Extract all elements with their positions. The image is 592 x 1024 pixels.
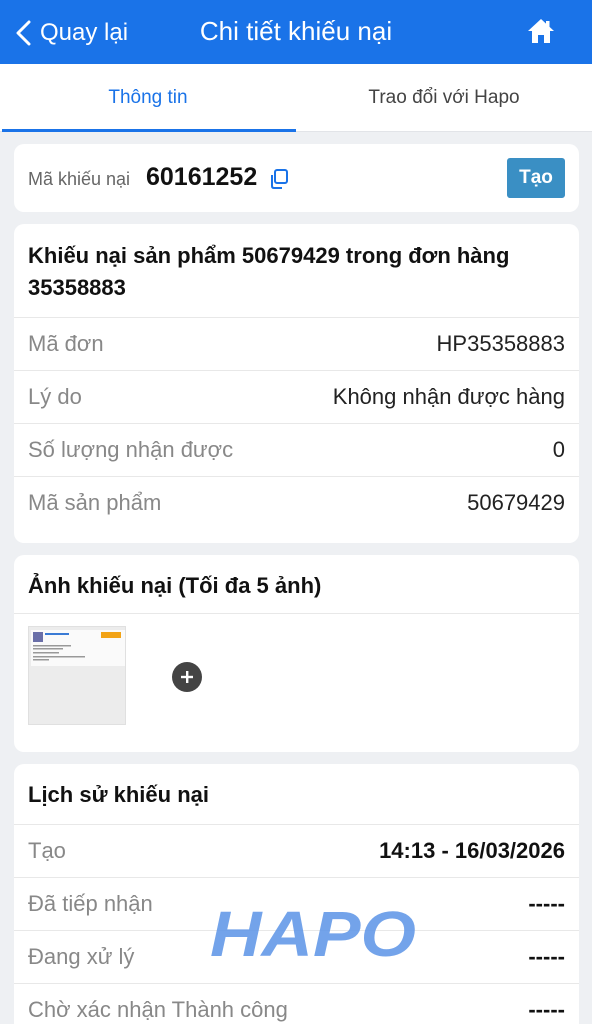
complaint-image-thumbnail[interactable] bbox=[28, 626, 126, 725]
complaint-code-value: 60161252 bbox=[146, 163, 258, 191]
screenshot-thumbnail-image bbox=[29, 627, 125, 724]
detail-row-reason: Lý do Không nhận được hàng bbox=[14, 370, 579, 423]
history-row-received: Đã tiếp nhận ----- bbox=[14, 877, 579, 930]
app-header: Quay lại Chi tiết khiếu nại bbox=[0, 0, 592, 64]
add-image-button[interactable] bbox=[172, 662, 202, 692]
row-label: Mã sản phẩm bbox=[28, 490, 162, 515]
divider bbox=[14, 613, 579, 614]
row-label: Mã đơn bbox=[28, 331, 104, 356]
history-section-title: Lịch sử khiếu nại bbox=[28, 782, 209, 807]
row-label: Đã tiếp nhận bbox=[28, 891, 153, 916]
detail-row-quantity-received: Số lượng nhận được 0 bbox=[14, 423, 579, 476]
complaint-history-card: Lịch sử khiếu nại Tạo 14:13 - 16/03/2026… bbox=[14, 764, 579, 1024]
row-value: HP35358883 bbox=[436, 331, 565, 356]
history-row-processing: Đang xử lý ----- bbox=[14, 930, 579, 983]
tab-info[interactable]: Thông tin bbox=[0, 64, 296, 132]
history-row-created: Tạo 14:13 - 16/03/2026 bbox=[14, 824, 579, 877]
row-value: ----- bbox=[528, 891, 565, 916]
detail-row-product-code: Mã sản phẩm 50679429 bbox=[14, 476, 579, 529]
row-label: Số lượng nhận được bbox=[28, 437, 234, 462]
plus-icon bbox=[181, 671, 193, 683]
row-value: 0 bbox=[552, 437, 565, 462]
status-button[interactable]: Tạo bbox=[507, 158, 565, 198]
row-label: Đang xử lý bbox=[28, 944, 135, 969]
complaint-code-label: Mã khiếu nại bbox=[28, 169, 131, 189]
history-row-awaiting-confirmation: Chờ xác nhận Thành công ----- bbox=[14, 983, 579, 1024]
row-value: Không nhận được hàng bbox=[332, 384, 565, 409]
complaint-title: Khiếu nại sản phẩm 50679429 trong đơn hà… bbox=[28, 243, 510, 300]
chevron-left-icon bbox=[16, 20, 31, 46]
complaint-details-card: Khiếu nại sản phẩm 50679429 trong đơn hà… bbox=[14, 224, 579, 543]
row-value: 14:13 - 16/03/2026 bbox=[379, 838, 565, 863]
detail-row-order-code: Mã đơn HP35358883 bbox=[14, 317, 579, 370]
row-label: Lý do bbox=[28, 384, 82, 409]
copy-icon[interactable] bbox=[268, 168, 290, 190]
home-icon[interactable] bbox=[526, 16, 556, 46]
tab-exchange-with-hapo[interactable]: Trao đổi với Hapo bbox=[296, 64, 592, 132]
images-section-title: Ảnh khiếu nại (Tối đa 5 ảnh) bbox=[28, 573, 322, 598]
row-label: Chờ xác nhận Thành công bbox=[28, 997, 288, 1022]
complaint-images-card: Ảnh khiếu nại (Tối đa 5 ảnh) bbox=[14, 555, 579, 752]
row-label: Tạo bbox=[28, 838, 66, 863]
active-tab-indicator bbox=[2, 129, 296, 132]
back-button[interactable]: Quay lại bbox=[14, 14, 128, 52]
tab-bar: Thông tin Trao đổi với Hapo bbox=[0, 64, 592, 132]
row-value: ----- bbox=[528, 944, 565, 969]
complaint-code-card: Mã khiếu nại 60161252 Tạo bbox=[14, 144, 579, 212]
back-label: Quay lại bbox=[40, 19, 129, 46]
row-value: 50679429 bbox=[467, 490, 565, 515]
row-value: ----- bbox=[528, 997, 565, 1022]
